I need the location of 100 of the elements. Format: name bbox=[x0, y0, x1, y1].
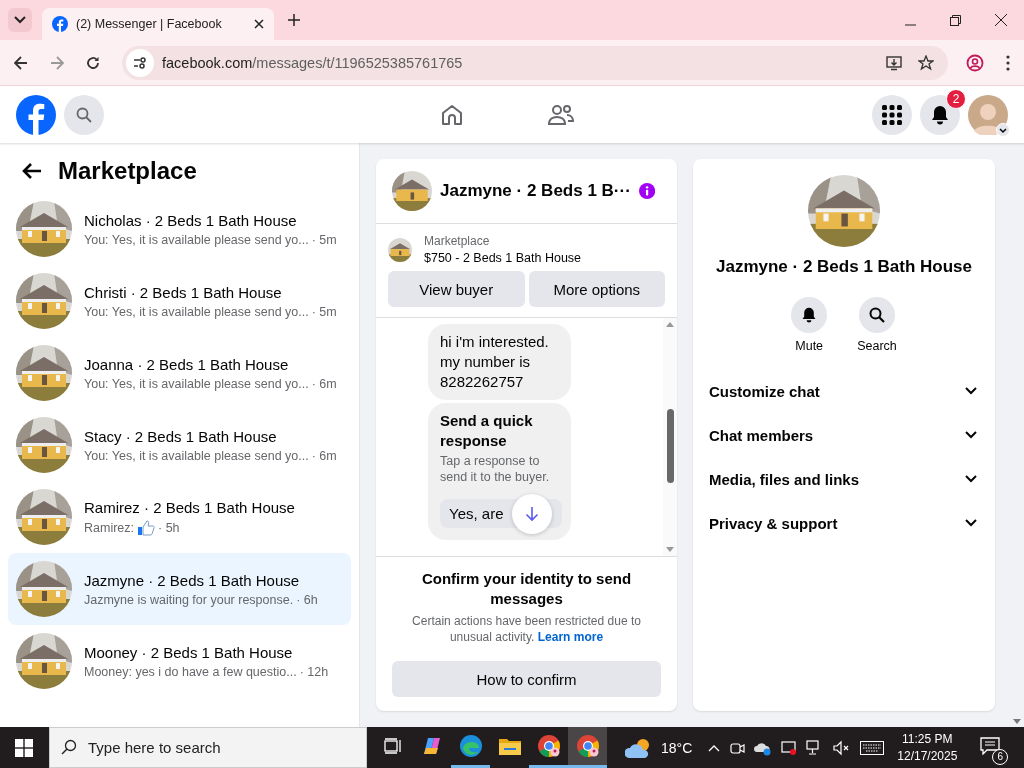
action-button[interactable] bbox=[791, 297, 828, 333]
facebook-icon bbox=[52, 16, 68, 32]
friends-icon[interactable] bbox=[548, 102, 574, 127]
conversation-name: Nicholas · 2 Beds 1 Bath House bbox=[84, 211, 298, 229]
listing-button[interactable]: View buyer bbox=[388, 271, 525, 307]
section-header[interactable]: Chat members bbox=[701, 413, 987, 457]
conversation-item[interactable]: Joanna · 2 Beds 1 Bath House You: Yes, it is available please send yo... · 6m bbox=[8, 337, 351, 409]
message-preview: You: Yes, it is available please send yo... bbox=[84, 304, 309, 319]
display-icon[interactable] bbox=[781, 739, 798, 756]
clock-date[interactable]: 12/17/2025 bbox=[897, 747, 958, 765]
tab-list-button[interactable] bbox=[8, 8, 32, 32]
conversation-item[interactable]: Nicholas · 2 Beds 1 Bath House You: Yes, it is available please send yo... · 5m bbox=[8, 193, 351, 265]
temperature: 18°C bbox=[661, 739, 693, 756]
conversation-item[interactable]: Mooney · 2 Beds 1 Bath House Mooney: yes i do have a few questio... · 12h bbox=[8, 625, 351, 697]
chrome-icon bbox=[536, 734, 561, 758]
keyboard-icon[interactable] bbox=[860, 740, 885, 755]
clock-time[interactable]: 11:25 PM bbox=[902, 730, 953, 748]
chevron-down-icon bbox=[14, 16, 26, 24]
search-icon bbox=[76, 106, 92, 123]
scroll-down-icon[interactable] bbox=[1013, 719, 1021, 724]
windows-start-icon[interactable] bbox=[15, 738, 33, 757]
learn-more-link[interactable]: Learn more bbox=[537, 630, 604, 644]
conversation-name: Jazmyne · 2 Beds 1 Bath House bbox=[84, 571, 301, 589]
message-preview: You: Yes, it is available please send yo... bbox=[84, 232, 309, 247]
search-button[interactable] bbox=[64, 94, 104, 135]
home-icon[interactable] bbox=[440, 102, 464, 127]
message-time: · 6h bbox=[296, 592, 318, 607]
profile-icon[interactable] bbox=[966, 53, 984, 72]
conversation-name: Mooney · 2 Beds 1 Bath House bbox=[84, 643, 294, 661]
scroll-down-icon[interactable] bbox=[666, 547, 674, 552]
install-app-icon[interactable] bbox=[886, 54, 902, 71]
message-time: · 6m bbox=[311, 448, 337, 463]
browser-tab[interactable]: (2) Messenger | Facebook bbox=[42, 8, 274, 40]
section-header[interactable]: Privacy & support bbox=[701, 501, 987, 545]
facebook-logo[interactable] bbox=[16, 94, 56, 135]
message-preview: Mooney: yes i do have a few questio... bbox=[84, 664, 297, 679]
conversation-name: Christi · 2 Beds 1 Bath House bbox=[84, 283, 283, 301]
taskbar-app[interactable] bbox=[568, 727, 607, 768]
message-time: · 5m bbox=[311, 232, 337, 247]
chevron-up-icon[interactable] bbox=[708, 743, 721, 752]
action-label: Search bbox=[857, 339, 897, 353]
notice-title: Confirm your identity to send messages bbox=[420, 569, 633, 609]
sidebar-title: Marketplace bbox=[58, 157, 197, 185]
message-bubble: hi i'm interested. my number is 8282262757 bbox=[428, 324, 571, 400]
menu-button[interactable] bbox=[872, 94, 912, 135]
notification-badge: 2 bbox=[946, 88, 966, 109]
section-header[interactable]: Customize chat bbox=[701, 369, 987, 413]
new-tab-icon[interactable] bbox=[288, 14, 300, 26]
address-bar[interactable]: facebook.com/messages/t/1196525385761765 bbox=[122, 45, 948, 80]
notification-count: 6 bbox=[992, 748, 1009, 765]
message-time: · 12h bbox=[299, 664, 329, 679]
chrome-icon bbox=[575, 734, 600, 758]
notifications-button[interactable] bbox=[920, 94, 960, 135]
scrollbar-thumb[interactable] bbox=[666, 409, 674, 483]
more-icon[interactable] bbox=[1006, 54, 1010, 71]
listing-title: $750 - 2 Beds 1 Bath House bbox=[424, 251, 582, 265]
back-icon[interactable] bbox=[14, 55, 28, 70]
conversation-item[interactable]: Jazmyne · 2 Beds 1 Bath House Jazmyne is waiting for your response. · 6h bbox=[8, 553, 351, 625]
menu-grid-icon bbox=[882, 104, 902, 125]
close-icon[interactable] bbox=[254, 19, 264, 29]
listing-button[interactable]: More options bbox=[528, 271, 665, 307]
scroll-up-icon[interactable] bbox=[666, 322, 674, 327]
message-time: · 5h bbox=[158, 520, 180, 535]
quick-response-hint: Tap a response to send it to the buyer. bbox=[440, 453, 551, 485]
chevron-down-icon bbox=[965, 387, 977, 395]
message-preview: Ramirez: bbox=[84, 520, 134, 535]
bell-icon bbox=[801, 307, 818, 323]
message-preview: Jazmyne is waiting for your response. bbox=[84, 592, 294, 607]
reload-icon[interactable] bbox=[86, 55, 100, 70]
forward-icon[interactable] bbox=[50, 55, 64, 70]
site-settings-icon[interactable] bbox=[126, 48, 154, 77]
chevron-down-icon bbox=[965, 431, 977, 439]
chat-title[interactable]: Jazmyne · 2 Beds 1 B··· bbox=[440, 181, 631, 201]
action-button[interactable] bbox=[859, 297, 895, 333]
conversation-item[interactable]: Stacy · 2 Beds 1 Bath House You: Yes, it is available please send yo... · 6m bbox=[8, 409, 351, 481]
conversation-name: Stacy · 2 Beds 1 Bath House bbox=[84, 427, 278, 445]
back-arrow-icon[interactable] bbox=[22, 162, 42, 180]
arrow-down-icon bbox=[525, 506, 539, 522]
bell-icon bbox=[930, 104, 950, 125]
close-icon[interactable] bbox=[995, 14, 1007, 26]
details-title: Jazmyne · 2 Beds 1 Bath House bbox=[716, 257, 972, 277]
restore-icon[interactable] bbox=[950, 15, 961, 26]
notice-text: Certain actions have been restricted due to unusual activity. Learn more bbox=[411, 613, 642, 645]
folder-icon bbox=[497, 736, 522, 756]
action-label: Mute bbox=[795, 339, 824, 353]
message-time: · 6m bbox=[311, 376, 337, 391]
info-icon[interactable] bbox=[638, 181, 655, 201]
how-to-confirm-button[interactable]: How to confirm bbox=[392, 661, 661, 697]
chevron-down-icon[interactable] bbox=[996, 122, 1010, 137]
star-icon[interactable] bbox=[918, 54, 934, 71]
message-preview: You: Yes, it is available please send yo... bbox=[84, 448, 309, 463]
chevron-down-icon bbox=[965, 519, 977, 527]
quick-response-title: Send a quick response bbox=[440, 411, 534, 451]
conversation-item[interactable]: Christi · 2 Beds 1 Bath House You: Yes, it is available please send yo... · 5m bbox=[8, 265, 351, 337]
conversation-name: Ramirez · 2 Beds 1 Bath House bbox=[84, 498, 295, 516]
task-view-icon bbox=[383, 738, 402, 754]
conversation-item[interactable]: Ramirez · 2 Beds 1 Bath House Ramirez: · 5h bbox=[8, 481, 351, 553]
taskbar-search-field[interactable]: Type here to search bbox=[49, 727, 367, 768]
tab-title: (2) Messenger | Facebook bbox=[76, 17, 223, 31]
section-header[interactable]: Media, files and links bbox=[701, 457, 987, 501]
